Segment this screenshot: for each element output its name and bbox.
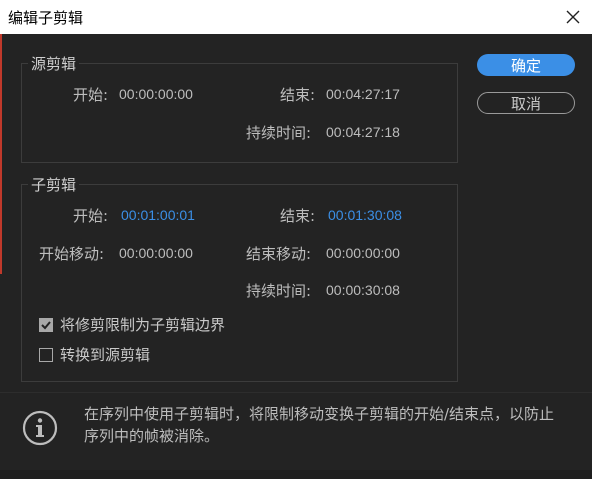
convert-to-source-checkbox[interactable]: 转换到源剪辑 xyxy=(39,344,150,365)
checkbox-checked-icon xyxy=(39,317,53,332)
convert-to-source-label: 转换到源剪辑 xyxy=(60,346,151,364)
subclip-end-input[interactable]: 00:01:30:08 xyxy=(328,207,402,223)
bottom-strip xyxy=(0,470,592,479)
restrict-trim-label: 将修剪限制为子剪辑边界 xyxy=(60,316,226,334)
info-icon xyxy=(22,410,58,446)
subclip-start-move-value: 00:00:00:00 xyxy=(119,245,193,261)
ok-button[interactable]: 确定 xyxy=(477,54,575,76)
source-clip-group xyxy=(21,63,458,163)
source-end-label: 结束: xyxy=(280,86,316,104)
source-duration-label: 持续时间: xyxy=(246,124,312,142)
close-icon xyxy=(566,10,580,24)
divider xyxy=(0,392,592,393)
cancel-button[interactable]: 取消 xyxy=(477,92,575,114)
source-start-value: 00:00:00:00 xyxy=(119,86,193,102)
restrict-trim-checkbox[interactable]: 将修剪限制为子剪辑边界 xyxy=(39,314,225,335)
source-end-value: 00:04:27:17 xyxy=(326,86,400,102)
title-bar: 编辑子剪辑 xyxy=(0,0,592,34)
subclip-duration-value: 00:00:30:08 xyxy=(326,282,400,298)
checkbox-unchecked-icon xyxy=(39,347,53,362)
source-duration-value: 00:04:27:18 xyxy=(326,124,400,140)
subclip-end-move-label: 结束移动: xyxy=(246,245,312,263)
info-message: 在序列中使用子剪辑时，将限制移动变换子剪辑的开始/结束点，以防止序列中的帧被消除… xyxy=(84,405,555,445)
subclip-group-label: 子剪辑 xyxy=(28,174,80,195)
window-title: 编辑子剪辑 xyxy=(8,9,84,27)
subclip-duration-label: 持续时间: xyxy=(246,282,312,300)
subclip-start-label: 开始: xyxy=(73,207,109,225)
subclip-end-label: 结束: xyxy=(280,207,316,225)
subclip-end-move-value: 00:00:00:00 xyxy=(326,245,400,261)
window-edge-accent xyxy=(0,34,2,274)
source-start-label: 开始: xyxy=(73,86,109,104)
subclip-start-move-label: 开始移动: xyxy=(39,245,105,263)
subclip-start-input[interactable]: 00:01:00:01 xyxy=(121,207,195,223)
source-clip-group-label: 源剪辑 xyxy=(28,53,80,74)
close-button[interactable] xyxy=(560,4,586,30)
